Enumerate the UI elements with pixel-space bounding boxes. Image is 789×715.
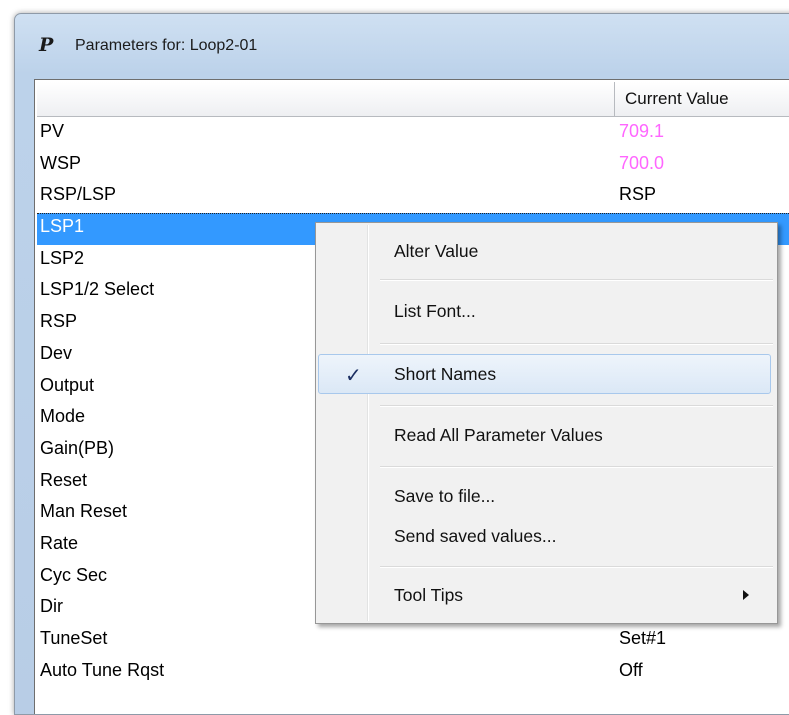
table-row[interactable]: TuneSet Set#1 [37, 625, 789, 657]
menu-item-tool-tips[interactable]: Tool Tips [318, 575, 773, 615]
parameter-name: Mode [40, 406, 86, 427]
table-row[interactable]: RSP/LSP RSP [37, 181, 789, 213]
parameter-name: LSP1/2 Select [40, 279, 155, 300]
menu-separator [380, 566, 773, 568]
app-p-icon: P [39, 34, 54, 56]
context-menu: Alter Value List Font... ✓ Short Names R… [315, 222, 778, 624]
parameter-value: 700.0 [619, 152, 665, 173]
parameter-name: Gain(PB) [40, 437, 115, 458]
menu-item-label: Send saved values... [394, 526, 557, 546]
submenu-arrow-icon [743, 590, 749, 600]
parameter-name: Dir [40, 596, 63, 617]
menu-item-label: List Font... [394, 301, 476, 321]
checkmark-icon: ✓ [345, 365, 362, 387]
parameter-name: Dev [40, 342, 73, 363]
menu-item-short-names[interactable]: ✓ Short Names [318, 354, 771, 394]
table-row[interactable]: WSP 700.0 [37, 150, 789, 182]
parameter-name: WSP [40, 152, 82, 173]
menu-separator [380, 466, 773, 468]
window-title: Parameters for: Loop2-01 [75, 37, 258, 54]
title-bar[interactable]: P Parameters for: Loop2-01 [15, 14, 789, 74]
parameter-name: Reset [40, 469, 88, 490]
parameter-name: TuneSet [40, 628, 108, 648]
column-header-current-value[interactable]: Current Value [617, 82, 729, 116]
menu-item-label: Read All Parameter Values [394, 425, 603, 445]
column-header-name[interactable] [37, 82, 615, 116]
menu-item-list-font[interactable]: List Font... [318, 291, 773, 331]
menu-item-label: Short Names [394, 364, 497, 384]
parameter-name: LSP2 [40, 247, 85, 268]
parameter-name: PV [40, 121, 65, 141]
menu-item-read-all-parameter-values[interactable]: Read All Parameter Values [318, 415, 773, 455]
table-row[interactable]: Auto Tune Rqst Off [37, 657, 789, 689]
parameter-name: Auto Tune Rqst [40, 659, 165, 680]
parameter-name: Output [40, 374, 95, 395]
menu-separator [380, 405, 773, 407]
parameter-name: Man Reset [40, 501, 128, 522]
parameter-value: 709.1 [619, 121, 665, 141]
parameter-value: Set#1 [619, 628, 667, 648]
menu-item-label: Alter Value [394, 241, 479, 261]
parameter-value: Off [619, 659, 643, 680]
parameter-name: Rate [40, 532, 79, 553]
menu-item-alter-value[interactable]: Alter Value [318, 231, 773, 271]
parameter-name: RSP/LSP [40, 184, 117, 205]
parameter-name: RSP [40, 311, 78, 332]
menu-item-send-saved-values[interactable]: Send saved values... [318, 516, 773, 556]
parameter-name: Cyc Sec [40, 564, 108, 585]
parameter-value: RSP [619, 184, 657, 205]
menu-item-label: Tool Tips [394, 585, 464, 605]
column-header: Current Value [37, 82, 789, 117]
menu-separator [380, 279, 773, 281]
parameter-name: LSP1 [40, 216, 85, 237]
menu-separator [380, 343, 773, 345]
table-row[interactable]: PV 709.1 [37, 118, 789, 150]
menu-item-label: Save to file... [394, 486, 496, 506]
menu-item-save-to-file[interactable]: Save to file... [318, 476, 773, 516]
